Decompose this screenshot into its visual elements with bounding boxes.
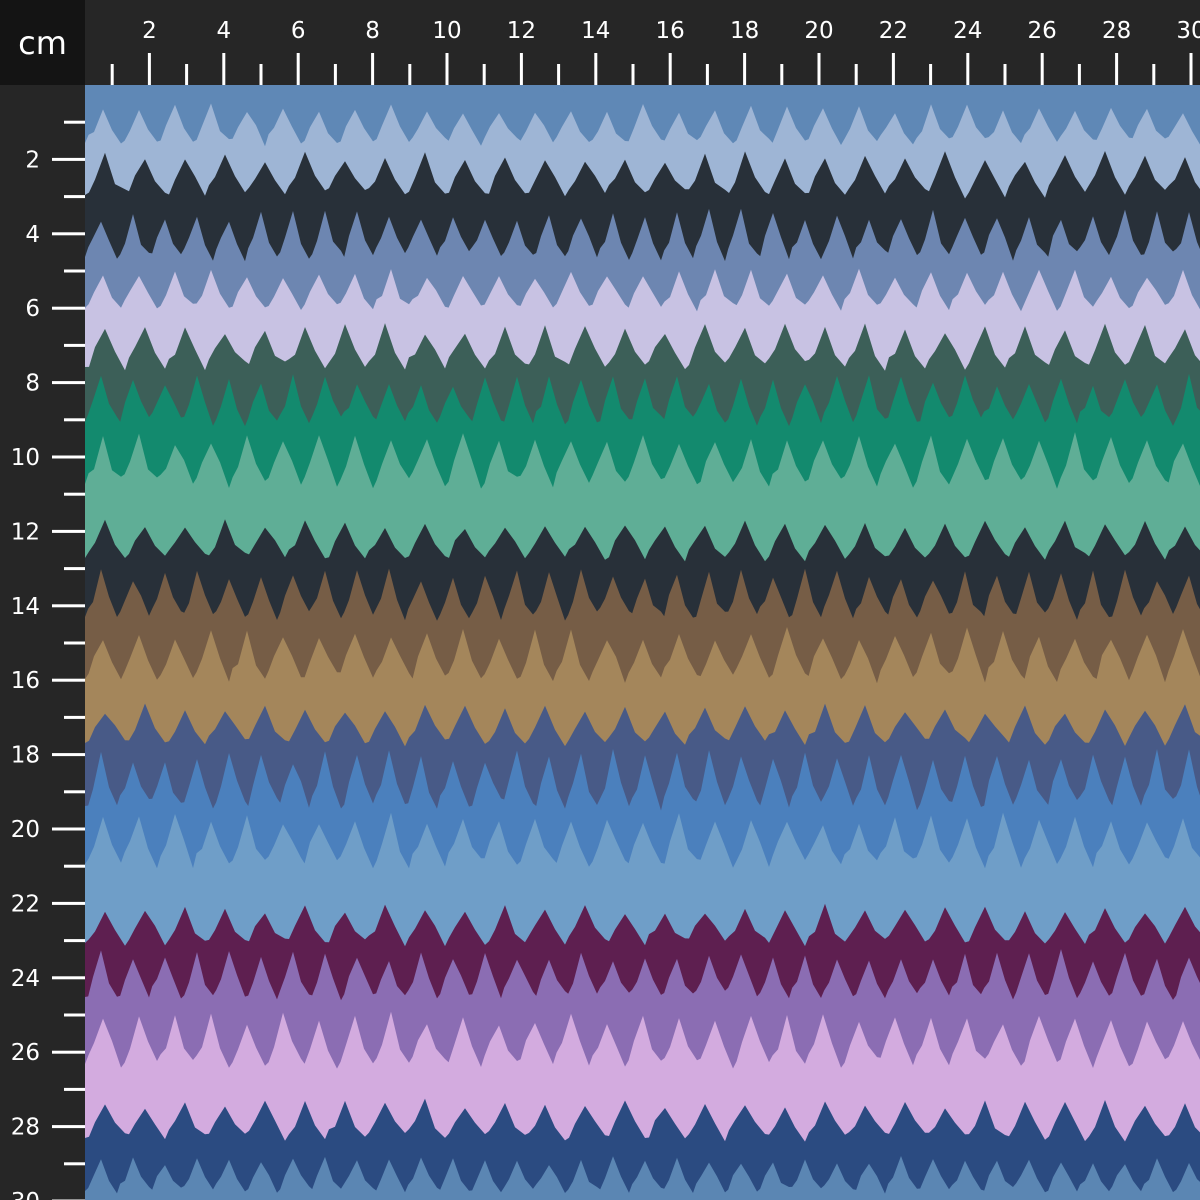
- top-ruler-label: 12: [507, 18, 536, 44]
- left-ruler-minor-tick: [64, 715, 85, 719]
- left-ruler-label: 2: [25, 147, 40, 173]
- left-ruler-minor-tick: [64, 1087, 85, 1091]
- left-ruler-minor-tick: [64, 492, 85, 496]
- left-ruler-minor-tick: [64, 1162, 85, 1166]
- top-ruler-major-tick: [222, 53, 226, 85]
- top-ruler-label: 26: [1028, 18, 1057, 44]
- top-ruler-minor-tick: [408, 64, 412, 85]
- left-ruler-minor-tick: [64, 120, 85, 124]
- left-ruler-minor-tick: [64, 567, 85, 571]
- left-ruler-minor-tick: [64, 790, 85, 794]
- top-ruler-major-tick: [147, 53, 151, 85]
- top-ruler-minor-tick: [631, 64, 635, 85]
- top-ruler-major-tick: [519, 53, 523, 85]
- left-ruler-label: 12: [11, 519, 40, 545]
- top-ruler-minor-tick: [333, 64, 337, 85]
- left-ruler-major-tick: [52, 604, 85, 608]
- top-ruler-major-tick: [1040, 53, 1044, 85]
- top-ruler-minor-tick: [780, 64, 784, 85]
- top-ruler-minor-tick: [110, 64, 114, 85]
- unit-label: cm: [18, 23, 67, 62]
- left-ruler-minor-tick: [64, 195, 85, 199]
- top-ruler-label: 30: [1176, 18, 1200, 44]
- left-ruler-major-tick: [52, 381, 85, 385]
- top-ruler-label: 18: [730, 18, 759, 44]
- left-ruler-major-tick: [52, 1050, 85, 1054]
- top-ruler-minor-tick: [929, 64, 933, 85]
- left-ruler-label: 30: [11, 1189, 40, 1200]
- left-ruler-label: 22: [11, 891, 40, 917]
- top-ruler-major-tick: [668, 53, 672, 85]
- top-ruler-minor-tick: [557, 64, 561, 85]
- top-ruler-label: 16: [656, 18, 685, 44]
- top-ruler-label: 24: [953, 18, 982, 44]
- top-ruler-minor-tick: [1152, 64, 1156, 85]
- left-ruler-minor-tick: [64, 641, 85, 645]
- unit-corner: cm: [0, 0, 85, 85]
- top-ruler-label: 22: [879, 18, 908, 44]
- top-ruler-minor-tick: [185, 64, 189, 85]
- top-ruler-major-tick: [891, 53, 895, 85]
- top-ruler-major-tick: [966, 53, 970, 85]
- left-ruler-major-tick: [52, 306, 85, 310]
- top-ruler-minor-tick: [259, 64, 263, 85]
- left-ruler-minor-tick: [64, 418, 85, 422]
- left-ruler-major-tick: [52, 529, 85, 533]
- left-ruler-label: 26: [11, 1040, 40, 1066]
- top-ruler-major-tick: [594, 53, 598, 85]
- left-ruler-major-tick: [52, 753, 85, 757]
- left-ruler-minor-tick: [64, 939, 85, 943]
- left-ruler-major-tick: [52, 678, 85, 682]
- top-ruler-minor-tick: [705, 64, 709, 85]
- left-ruler-label: 28: [11, 1115, 40, 1141]
- left-ruler-major-tick: [52, 455, 85, 459]
- top-ruler-label: 6: [291, 18, 306, 44]
- top-ruler-minor-tick: [482, 64, 486, 85]
- top-ruler-major-tick: [1115, 53, 1119, 85]
- left-ruler-major-tick: [52, 1125, 85, 1129]
- left-ruler-label: 20: [11, 817, 40, 843]
- top-ruler-label: 2: [142, 18, 157, 44]
- left-ruler-major-tick: [52, 901, 85, 905]
- left-ruler-label: 8: [25, 371, 40, 397]
- top-ruler-label: 14: [581, 18, 610, 44]
- left-ruler-label: 18: [11, 743, 40, 769]
- left-ruler-major-tick: [52, 232, 85, 236]
- left-ruler-label: 14: [11, 594, 40, 620]
- left-ruler-minor-tick: [64, 864, 85, 868]
- left-ruler-label: 10: [11, 445, 40, 471]
- top-ruler-major-tick: [1189, 53, 1193, 85]
- left-ruler-label: 24: [11, 966, 40, 992]
- top-ruler-major-tick: [296, 53, 300, 85]
- left-ruler-major-tick: [52, 976, 85, 980]
- left-ruler-major-tick: [52, 827, 85, 831]
- fabric-pattern: [85, 85, 1200, 1200]
- left-ruler-minor-tick: [64, 269, 85, 273]
- left-ruler-minor-tick: [64, 1013, 85, 1017]
- top-ruler-major-tick: [817, 53, 821, 85]
- left-ruler-minor-tick: [64, 343, 85, 347]
- top-ruler-major-tick: [743, 53, 747, 85]
- top-ruler: 2 4 6 8 10 12 14 16 18 20 22 24 26 28 30: [85, 0, 1200, 85]
- left-ruler-label: 16: [11, 668, 40, 694]
- top-ruler-minor-tick: [1077, 64, 1081, 85]
- left-ruler: 24681012141618202224262830: [0, 85, 85, 1200]
- top-ruler-label: 8: [365, 18, 380, 44]
- left-ruler-label: 4: [25, 222, 40, 248]
- top-ruler-label: 4: [216, 18, 231, 44]
- left-ruler-major-tick: [52, 157, 85, 161]
- top-ruler-label: 10: [432, 18, 461, 44]
- top-ruler-major-tick: [445, 53, 449, 85]
- top-ruler-minor-tick: [854, 64, 858, 85]
- top-ruler-major-tick: [371, 53, 375, 85]
- top-ruler-label: 20: [804, 18, 833, 44]
- left-ruler-label: 6: [25, 296, 40, 322]
- top-ruler-minor-tick: [1003, 64, 1007, 85]
- top-ruler-label: 28: [1102, 18, 1131, 44]
